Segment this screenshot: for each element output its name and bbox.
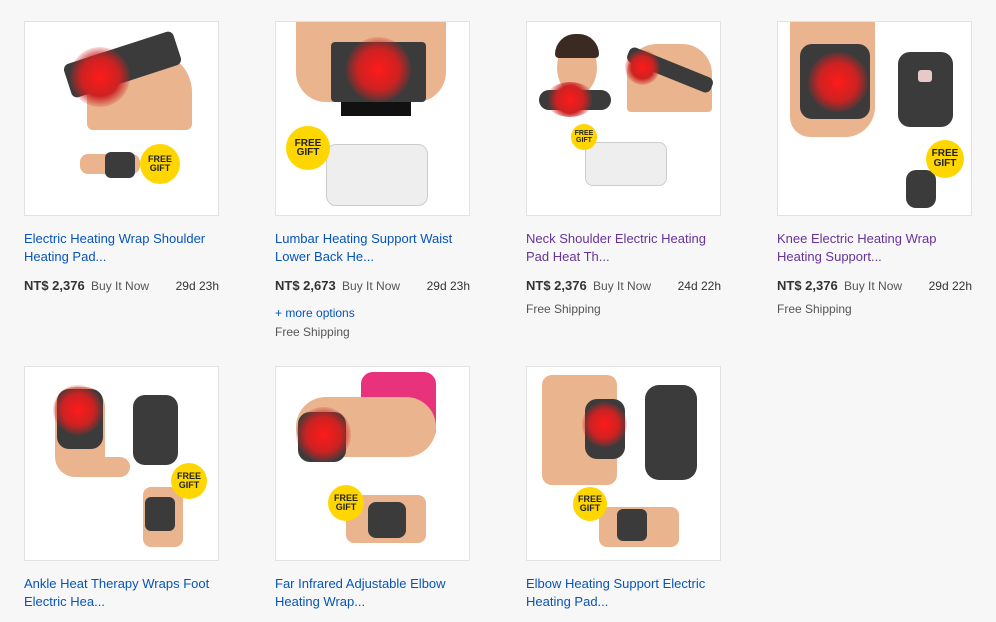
product-card: FREE GIFT Lumbar Heating Support Waist Lo… [275,21,470,339]
shipping-info: Free Shipping [777,302,852,316]
product-image[interactable]: FREE GIFT [24,366,219,561]
product-image[interactable]: FREE GIFT [275,21,470,216]
product-image[interactable]: FREE GIFT [275,366,470,561]
product-card: FREE GIFT Knee Electric Heating Wrap Heat… [777,21,972,316]
free-gift-badge: FREE GIFT [571,124,597,150]
product-card: FREE GIFT Electric Heating Wrap Shoulder … [24,21,219,296]
product-card: FREE GIFT Far Infrared Adjustable Elbow H… [275,366,470,611]
price-row: NT$ 2,376 Buy It Now 29d 23h [24,278,219,296]
time-left: 24d 22h [677,279,721,293]
price-row: NT$ 2,376 Buy It Now 29d 22h [777,278,972,296]
product-price: NT$ 2,376 [24,278,85,293]
product-title-link[interactable]: Ankle Heat Therapy Wraps Foot Electric H… [24,575,219,611]
product-title-link[interactable]: Lumbar Heating Support Waist Lower Back … [275,230,470,266]
buy-it-now-label: Buy It Now [593,279,652,293]
free-gift-badge: FREE GIFT [286,126,330,170]
product-title-link[interactable]: Electric Heating Wrap Shoulder Heating P… [24,230,219,266]
free-gift-badge: FREE GIFT [573,487,607,521]
product-title-link[interactable]: Knee Electric Heating Wrap Heating Suppo… [777,230,972,266]
time-left: 29d 22h [928,279,972,293]
price-row: NT$ 2,673 Buy It Now 29d 23h [275,278,470,296]
shipping-info: Free Shipping [275,325,350,339]
buy-it-now-label: Buy It Now [844,279,903,293]
buy-it-now-label: Buy It Now [91,279,150,293]
shipping-info: Free Shipping [526,302,601,316]
product-card: FREE GIFT Neck Shoulder Electric Heating … [526,21,721,316]
buy-it-now-label: Buy It Now [342,279,401,293]
time-left: 29d 23h [426,279,470,293]
product-title-link[interactable]: Elbow Heating Support Electric Heating P… [526,575,721,611]
product-image[interactable]: FREE GIFT [526,366,721,561]
product-image[interactable]: FREE GIFT [777,21,972,216]
more-options-link[interactable]: + more options [275,306,470,320]
product-image[interactable]: FREE GIFT [526,21,721,216]
product-card: FREE GIFT Ankle Heat Therapy Wraps Foot E… [24,366,219,611]
free-gift-badge: FREE GIFT [171,463,207,499]
time-left: 29d 23h [175,279,219,293]
product-price: NT$ 2,376 [777,278,838,293]
free-gift-badge: FREE GIFT [926,140,964,178]
product-title-link[interactable]: Far Infrared Adjustable Elbow Heating Wr… [275,575,470,611]
free-gift-badge: FREE GIFT [140,144,180,184]
product-card: FREE GIFT Elbow Heating Support Electric … [526,366,721,611]
product-price: NT$ 2,376 [526,278,587,293]
free-gift-badge: FREE GIFT [328,485,364,521]
product-image[interactable]: FREE GIFT [24,21,219,216]
product-title-link[interactable]: Neck Shoulder Electric Heating Pad Heat … [526,230,721,266]
product-grid: FREE GIFT Electric Heating Wrap Shoulder … [0,0,996,622]
price-row: NT$ 2,376 Buy It Now 24d 22h [526,278,721,296]
product-price: NT$ 2,673 [275,278,336,293]
